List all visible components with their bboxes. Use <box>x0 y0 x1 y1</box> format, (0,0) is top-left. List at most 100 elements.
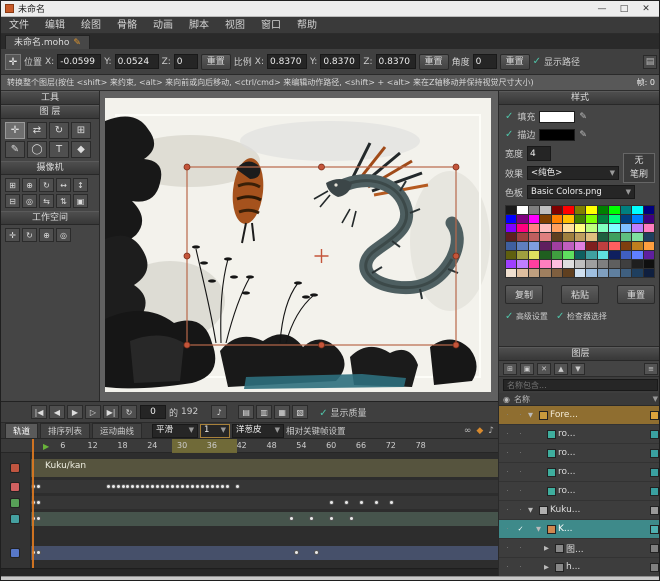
menu-file[interactable]: 文件 <box>1 17 37 34</box>
keyframe[interactable] <box>314 550 319 555</box>
camera-roll-tool[interactable]: ↻ <box>39 178 54 192</box>
maximize-button[interactable]: □ <box>613 2 635 16</box>
marker-icon[interactable]: ◆ <box>476 426 483 436</box>
keyframe[interactable] <box>294 550 299 555</box>
palette-swatch[interactable] <box>644 242 654 250</box>
palette-swatch[interactable] <box>609 215 619 223</box>
keyframe[interactable] <box>116 484 121 489</box>
onion-skin-dropdown[interactable]: 洋葱皮 ▼ <box>232 424 284 438</box>
palette-swatch[interactable] <box>506 242 516 250</box>
new-layer-button[interactable]: ⊞ <box>503 363 517 375</box>
eyedropper-tool[interactable]: ◆ <box>71 141 91 158</box>
fill-color-swatch[interactable] <box>539 111 575 123</box>
layer-select-check[interactable]: · <box>515 563 526 571</box>
palette-swatch[interactable] <box>529 269 539 277</box>
zoom-workspace-tool[interactable]: ⊕ <box>39 228 54 242</box>
palette-swatch[interactable] <box>540 233 550 241</box>
inspector-select-checkbox[interactable]: ✓ 检查器选择 <box>556 311 607 322</box>
scale-y-input[interactable] <box>320 54 360 69</box>
keyframe[interactable] <box>289 516 294 521</box>
layer-row[interactable]: · · ▼ Kuku... <box>499 501 660 520</box>
minimize-button[interactable]: — <box>591 2 613 16</box>
layer-color-chip[interactable] <box>650 525 659 534</box>
menu-window[interactable]: 窗口 <box>253 17 289 34</box>
palette-swatch[interactable] <box>563 206 573 214</box>
layer-expand-toggle[interactable]: ▼ <box>528 506 537 514</box>
reset-position-button[interactable]: 重置 <box>201 54 231 70</box>
layer-select-check[interactable]: · <box>515 430 526 438</box>
audio-icon[interactable]: ♪ <box>488 426 494 436</box>
palette-swatch[interactable] <box>540 224 550 232</box>
reset-scale-button[interactable]: 重置 <box>419 54 449 70</box>
layer-row[interactable]: · · ▶ 图... <box>499 539 660 558</box>
palette-swatch[interactable] <box>632 269 642 277</box>
layer-visibility-toggle[interactable]: · <box>502 411 513 419</box>
stroke-check-icon[interactable]: ✓ <box>505 129 513 140</box>
draw-tool[interactable]: ✎ <box>5 141 25 158</box>
go-to-start-button[interactable]: |◀ <box>31 405 47 419</box>
layer-expand-toggle[interactable]: ▼ <box>536 525 545 533</box>
palette-swatch[interactable] <box>552 215 562 223</box>
menu-animation[interactable]: 动画 <box>145 17 181 34</box>
reset-style-button[interactable]: 重置 <box>617 285 655 304</box>
palette-swatch[interactable] <box>586 206 596 214</box>
rotate-workspace-tool[interactable]: ↻ <box>22 228 37 242</box>
palette-swatch[interactable] <box>506 233 516 241</box>
palette-swatch[interactable] <box>552 242 562 250</box>
orbit-workspace-tool[interactable]: ◎ <box>56 228 71 242</box>
name-column-header[interactable]: 名称 <box>514 394 649 405</box>
layer-select-check[interactable]: · <box>515 411 526 419</box>
palette-swatch[interactable] <box>529 242 539 250</box>
palette-swatch[interactable] <box>632 242 642 250</box>
palette-swatch[interactable] <box>506 269 516 277</box>
delete-layer-button[interactable]: ✕ <box>537 363 551 375</box>
menu-view[interactable]: 视图 <box>217 17 253 34</box>
keyframe[interactable] <box>111 484 116 489</box>
pos-x-input[interactable] <box>57 54 101 69</box>
palette-swatch[interactable] <box>540 215 550 223</box>
palette-swatch[interactable] <box>644 224 654 232</box>
new-folder-button[interactable]: ▣ <box>520 363 534 375</box>
palette-swatch[interactable] <box>644 215 654 223</box>
palette-swatch[interactable] <box>575 233 585 241</box>
keyframe[interactable] <box>359 500 364 505</box>
palette-swatch[interactable] <box>575 206 585 214</box>
timeline-tab-sort-list[interactable]: 排序列表 <box>40 423 90 438</box>
keyframe[interactable] <box>344 500 349 505</box>
onion-frames-dropdown[interactable]: 1 ▼ <box>200 424 230 438</box>
palette-swatch[interactable] <box>586 260 596 268</box>
track-channel-icon[interactable] <box>10 514 20 524</box>
layer-color-chip[interactable] <box>650 544 659 553</box>
rotate-layer-tool[interactable]: ↻ <box>49 122 69 139</box>
palette-swatch[interactable] <box>621 224 631 232</box>
step-forward-button[interactable]: ▷ <box>85 405 101 419</box>
layer-search-input[interactable] <box>503 379 658 391</box>
palette-swatch[interactable] <box>517 233 527 241</box>
palette-swatch[interactable] <box>644 206 654 214</box>
layer-select-check[interactable]: · <box>515 487 526 495</box>
palette-swatch[interactable] <box>586 251 596 259</box>
palette-swatch[interactable] <box>506 206 516 214</box>
palette-swatch[interactable] <box>529 224 539 232</box>
palette-swatch[interactable] <box>644 260 654 268</box>
palette-swatch[interactable] <box>609 269 619 277</box>
palette-swatch[interactable] <box>552 206 562 214</box>
layer-color-chip[interactable] <box>650 563 659 572</box>
pos-z-input[interactable] <box>174 54 198 69</box>
palette-swatch[interactable] <box>552 269 562 277</box>
palette-swatch[interactable] <box>563 233 573 241</box>
palette-swatch[interactable] <box>529 206 539 214</box>
bone-track-row-3[interactable] <box>31 512 498 526</box>
palette-swatch[interactable] <box>609 224 619 232</box>
palette-swatch[interactable] <box>575 269 585 277</box>
stroke-width-input[interactable] <box>527 146 551 161</box>
layer-row[interactable]: · · ro... <box>499 463 660 482</box>
palette-swatch[interactable] <box>517 215 527 223</box>
effect-dropdown[interactable]: <纯色> ▼ <box>527 166 619 180</box>
menu-help[interactable]: 帮助 <box>289 17 325 34</box>
pan-workspace-tool[interactable]: ✛ <box>5 228 20 242</box>
view-quad-button[interactable]: ▦ <box>274 405 290 419</box>
palette-swatch[interactable] <box>529 215 539 223</box>
palette-swatch[interactable] <box>575 242 585 250</box>
palette-swatch[interactable] <box>598 260 608 268</box>
